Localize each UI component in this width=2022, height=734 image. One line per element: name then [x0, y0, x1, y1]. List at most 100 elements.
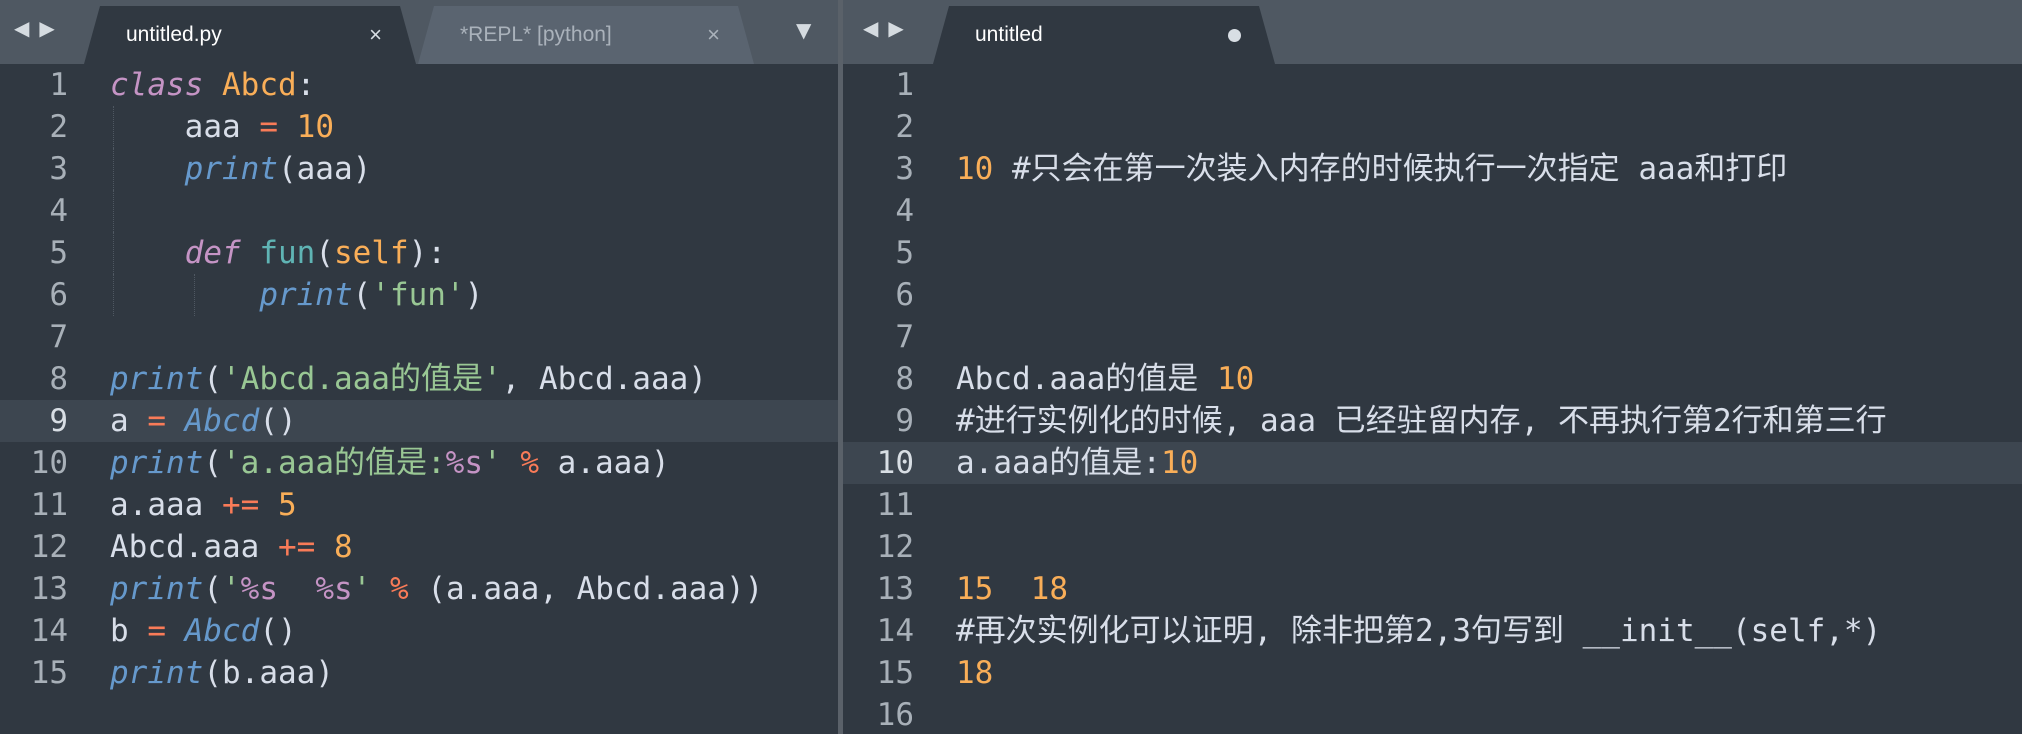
line-number: 3 [895, 151, 914, 187]
indent-guide [113, 274, 114, 316]
code-line[interactable]: 2 [843, 106, 2022, 148]
code-token: class [110, 67, 204, 103]
code-token: (a.aaa, Abcd.aaa)) [408, 571, 764, 607]
code-line[interactable]: 13 15 18 [843, 568, 2022, 610]
code-line[interactable]: 15 18 [843, 652, 2022, 694]
code-line[interactable]: 9 a = Abcd() [0, 400, 838, 442]
code-token: ' [352, 571, 372, 607]
close-icon[interactable]: × [369, 22, 382, 48]
code-token: ) [464, 277, 484, 313]
code-text: a = Abcd() [110, 400, 297, 442]
code-line[interactable]: 11 [843, 484, 2022, 526]
line-number: 4 [895, 193, 914, 229]
line-number: 16 [876, 697, 914, 733]
code-token: 10 [296, 109, 334, 145]
code-token: b [110, 613, 148, 649]
left-tab-bar: ◀ ▶ untitled.py × *REPL* [python] × ▼ [0, 0, 838, 64]
right-code-editor[interactable]: 1 2 3 10 #只会在第一次装入内存的时候执行一次指定 aaa和打印 4 5 6 7 8 Ab… [843, 64, 2022, 734]
code-line[interactable]: 1 class Abcd: [0, 64, 838, 106]
code-line[interactable]: 10 a.aaa的值是:10 [843, 442, 2022, 484]
code-line[interactable]: 10 print('a.aaa的值是:%s' % a.aaa) [0, 442, 838, 484]
code-token: print [110, 571, 204, 607]
code-token: Abcd.aaa [110, 529, 278, 565]
code-text: 10 #只会在第一次装入内存的时候执行一次指定 aaa和打印 [956, 148, 1787, 190]
code-text: 18 [956, 652, 993, 694]
code-line[interactable]: 4 [843, 190, 2022, 232]
code-text: print('Abcd.aaa的值是', Abcd.aaa) [110, 358, 707, 400]
code-line[interactable]: 3 print(aaa) [0, 148, 838, 190]
line-number: 1 [895, 67, 914, 103]
tab-list-dropdown-icon[interactable]: ▼ [796, 18, 811, 42]
code-line[interactable]: 16 [843, 694, 2022, 734]
line-number: 14 [876, 613, 914, 649]
code-text: Abcd.aaa的值是 10 [956, 358, 1254, 400]
line-number: 3 [49, 151, 68, 187]
left-code-editor[interactable]: 1 class Abcd: 2 aaa = 10 3 print(aaa) 4 5 def… [0, 64, 838, 734]
code-line[interactable]: 8 print('Abcd.aaa的值是', Abcd.aaa) [0, 358, 838, 400]
code-token: (b.aaa) [203, 655, 334, 691]
code-line[interactable]: 7 [843, 316, 2022, 358]
code-token: ( [203, 571, 222, 607]
line-number: 9 [49, 403, 68, 439]
code-line[interactable]: 5 def fun(self): [0, 232, 838, 274]
code-line[interactable]: 7 [0, 316, 838, 358]
line-number: 5 [49, 235, 68, 271]
line-number: 11 [30, 487, 68, 523]
code-token: ' [222, 571, 241, 607]
code-token: ( [203, 445, 222, 481]
code-token: 8 [333, 529, 353, 565]
code-text: #再次实例化可以证明, 除非把第2,3句写到 __init__(self,*) [956, 610, 1881, 652]
unsaved-dot-icon[interactable] [1228, 29, 1241, 42]
close-icon[interactable]: × [707, 22, 720, 48]
code-text: print('fun') [110, 274, 483, 316]
code-token: print [184, 151, 278, 187]
code-token: = [147, 403, 166, 439]
tab-label: *REPL* [python] [460, 23, 612, 46]
code-token: () [259, 403, 297, 439]
code-line[interactable]: 6 [843, 274, 2022, 316]
code-token: aaa [110, 109, 260, 145]
code-line[interactable]: 8 Abcd.aaa的值是 10 [843, 358, 2022, 400]
line-number: 7 [895, 319, 914, 355]
code-text: def fun(self): [110, 232, 446, 274]
line-number: 7 [49, 319, 68, 355]
code-token: 10 [1160, 445, 1199, 481]
tab-untitled-py[interactable]: untitled.py × [84, 6, 416, 64]
line-number: 13 [876, 571, 914, 607]
code-token: 10 [956, 151, 994, 187]
code-line[interactable]: 14 #再次实例化可以证明, 除非把第2,3句写到 __init__(self,*… [843, 610, 2022, 652]
code-line[interactable]: 12 [843, 526, 2022, 568]
code-line[interactable]: 5 [843, 232, 2022, 274]
forward-arrow-icon[interactable]: ▶ [39, 16, 54, 40]
tab-repl-python[interactable]: *REPL* [python] × [418, 6, 754, 64]
code-token: ' [482, 445, 502, 481]
code-line[interactable]: 4 [0, 190, 838, 232]
code-line[interactable]: 15 print(b.aaa) [0, 652, 838, 694]
code-line[interactable]: 14 b = Abcd() [0, 610, 838, 652]
back-arrow-icon[interactable]: ◀ [14, 16, 29, 40]
code-line[interactable]: 2 aaa = 10 [0, 106, 838, 148]
code-line[interactable]: 9 #进行实例化的时候, aaa 已经驻留内存, 不再执行第2行和第三行 [843, 400, 2022, 442]
code-line[interactable]: 6 print('fun') [0, 274, 838, 316]
code-line[interactable]: 13 print('%s %s' % (a.aaa, Abcd.aaa)) [0, 568, 838, 610]
code-token: , Abcd.aaa) [501, 361, 707, 397]
code-text: a.aaa += 5 [110, 484, 297, 526]
back-arrow-icon[interactable]: ◀ [863, 16, 878, 40]
sublime-text-window: ◀ ▶ untitled.py × *REPL* [python] × ▼ 1 c… [0, 0, 2022, 734]
code-line[interactable]: 11 a.aaa += 5 [0, 484, 838, 526]
code-token: #再次实例化可以证明, 除非把第2,3句写到 __init__(self,*) [956, 613, 1882, 649]
indent-guide [194, 274, 195, 316]
code-token: 'a.aaa的值是: [222, 445, 446, 481]
tab-untitled[interactable]: untitled [933, 6, 1275, 64]
forward-arrow-icon[interactable]: ▶ [888, 16, 903, 40]
code-line[interactable]: 3 10 #只会在第一次装入内存的时候执行一次指定 aaa和打印 [843, 148, 2022, 190]
code-token: 15 [956, 571, 994, 607]
code-token: Abcd [184, 613, 260, 649]
code-text: b = Abcd() [110, 610, 297, 652]
line-number: 15 [876, 655, 914, 691]
code-line[interactable]: 12 Abcd.aaa += 8 [0, 526, 838, 568]
code-token: ( [352, 277, 372, 313]
code-line[interactable]: 1 [843, 64, 2022, 106]
